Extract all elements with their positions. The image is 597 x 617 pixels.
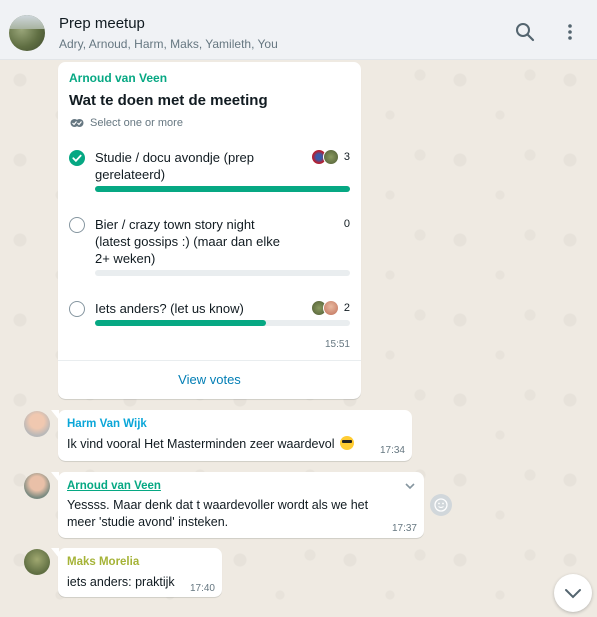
message-sender[interactable]: Maks Morelia bbox=[67, 556, 139, 568]
view-votes-button[interactable]: View votes bbox=[58, 372, 361, 387]
poll-title: Wat te doen met de meeting bbox=[69, 92, 268, 109]
chat-participants[interactable]: Adry, Arnoud, Harm, Maks, Yamileth, You bbox=[59, 37, 278, 51]
voter-avatar bbox=[323, 300, 339, 316]
poll-progress-bar bbox=[95, 270, 350, 276]
poll-progress-fill bbox=[95, 320, 266, 326]
poll-progress-fill bbox=[95, 186, 350, 192]
message-text: Ik vind vooral Het Masterminden zeer waa… bbox=[67, 436, 354, 453]
checked-checkbox-icon[interactable] bbox=[69, 150, 85, 166]
avatar[interactable] bbox=[24, 411, 50, 437]
unchecked-checkbox-icon[interactable] bbox=[69, 301, 85, 317]
poll-hint-label: Select one or more bbox=[90, 117, 183, 129]
poll-option-count: 3 bbox=[343, 151, 350, 163]
poll-option-label: Iets anders? (let us know) bbox=[95, 301, 244, 316]
poll-timestamp: 15:51 bbox=[324, 339, 350, 350]
message-bubble: Arnoud van Veen Yessss. Maar denk dat t … bbox=[51, 472, 424, 538]
poll-option-label: Studie / docu avondje (prep gerelateerd) bbox=[95, 150, 254, 182]
group-avatar[interactable] bbox=[9, 15, 45, 51]
message-sender[interactable]: Harm Van Wijk bbox=[67, 418, 147, 430]
chat-title[interactable]: Prep meetup bbox=[59, 15, 145, 32]
more-vertical-icon[interactable] bbox=[558, 20, 582, 44]
poll-sender[interactable]: Arnoud van Veen bbox=[69, 71, 167, 85]
poll-option-count: 2 bbox=[343, 302, 350, 314]
message-text: Yessss. Maar denk dat t waardevoller wor… bbox=[67, 498, 369, 529]
avatar[interactable] bbox=[24, 549, 50, 575]
message-bubble: Maks Morelia iets anders: praktijk 17:40 bbox=[51, 548, 222, 597]
poll-option-count: 0 bbox=[343, 218, 350, 230]
voter-avatars bbox=[311, 300, 339, 316]
message-timestamp: 17:40 bbox=[189, 583, 215, 594]
message-timestamp: 17:37 bbox=[391, 523, 417, 534]
unchecked-checkbox-icon[interactable] bbox=[69, 217, 85, 233]
chat-header[interactable]: Prep meetup Adry, Arnoud, Harm, Maks, Ya… bbox=[0, 0, 597, 60]
poll-divider bbox=[58, 360, 361, 361]
scroll-down-button[interactable] bbox=[554, 574, 592, 612]
chevron-down-icon[interactable] bbox=[404, 480, 416, 492]
poll-hint: Select one or more bbox=[70, 117, 183, 129]
search-icon[interactable] bbox=[513, 20, 537, 44]
poll-progress-bar bbox=[95, 320, 350, 326]
avatar[interactable] bbox=[24, 473, 50, 499]
message-bubble: Harm Van Wijk Ik vind vooral Het Masterm… bbox=[51, 410, 412, 461]
poll-option-label: Bier / crazy town story night (latest go… bbox=[95, 217, 280, 266]
double-check-icon bbox=[70, 119, 84, 127]
emoji-reaction-icon[interactable] bbox=[430, 494, 452, 516]
voter-avatars bbox=[311, 149, 339, 165]
poll-progress-bar bbox=[95, 186, 350, 192]
voter-avatar bbox=[323, 149, 339, 165]
message-text: iets anders: praktijk bbox=[67, 575, 175, 589]
sunglasses-emoji-icon bbox=[339, 436, 354, 450]
message-text-content: Ik vind vooral Het Masterminden zeer waa… bbox=[67, 437, 335, 451]
message-sender[interactable]: Arnoud van Veen bbox=[67, 480, 161, 492]
poll-message: Arnoud van Veen Wat te doen met de meeti… bbox=[58, 62, 361, 399]
chevron-down-icon bbox=[565, 589, 581, 599]
message-timestamp: 17:34 bbox=[379, 445, 405, 456]
